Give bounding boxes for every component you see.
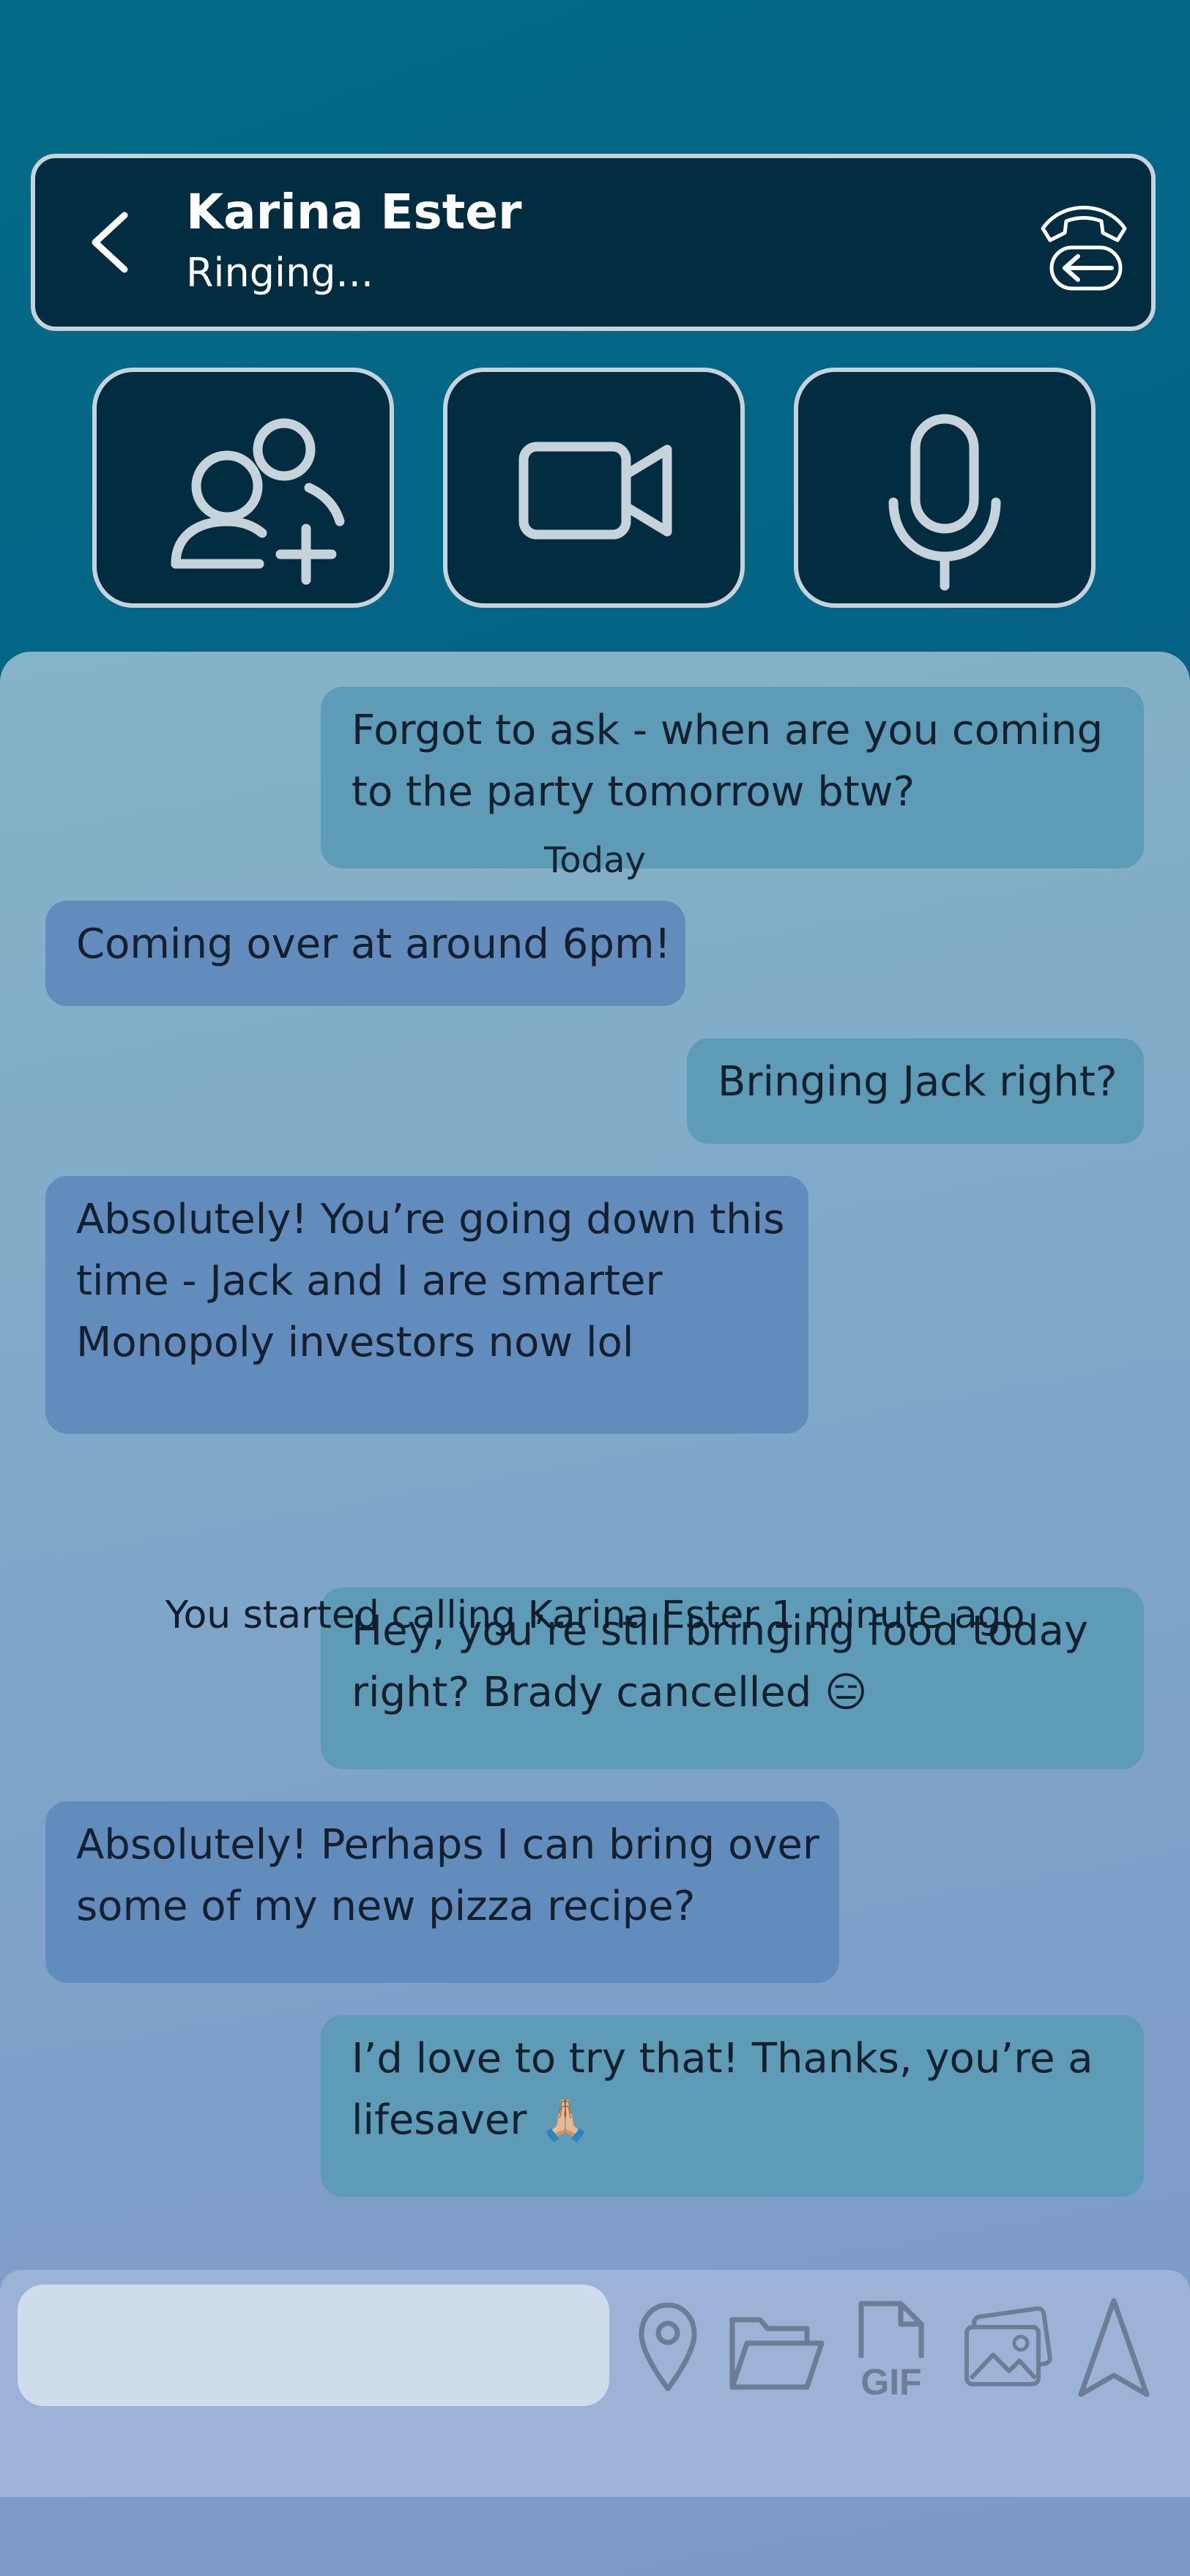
photo-gallery-icon [964,2306,1052,2386]
video-call-button[interactable] [443,368,745,608]
chat-panel: Forgot to ask - when are you coming to t… [0,652,1190,2576]
call-status-note: You started calling Karina Ester 1 minut… [165,1593,1025,1637]
microphone-button[interactable] [794,368,1096,608]
end-call-icon [1041,206,1127,291]
call-status: Ringing... [186,250,374,296]
location-button[interactable] [631,2285,704,2409]
day-separator: Today [544,840,646,881]
contact-name: Karina Ester [186,184,522,240]
message-input[interactable] [18,2285,609,2406]
video-camera-icon [518,442,672,540]
message-bubble-outgoing: Bringing Jack right? [687,1038,1144,1144]
gif-icon: GIF [858,2301,924,2402]
gallery-button[interactable] [959,2285,1055,2409]
gif-button[interactable]: GIF [851,2285,931,2409]
folder-icon [729,2317,825,2390]
call-area: Karina Ester Ringing... [0,0,1190,659]
message-line: Bringing Jack right? [718,1058,1118,1106]
microphone-icon [888,414,1001,591]
chevron-left-icon [92,212,128,273]
message-line: Monopoly investors now lol [76,1319,634,1366]
message-line: Coming over at around 6pm! [76,920,671,968]
message-composer: GIF [0,2270,1190,2497]
message-bubble-incoming: Coming over at around 6pm! [45,901,685,1006]
back-button[interactable] [79,202,152,283]
message-bubble-outgoing: I’d love to try that! Thanks, you’re a l… [321,2015,1144,2197]
message-bubble-incoming: Absolutely! Perhaps I can bring over som… [45,1801,839,1983]
add-participant-button[interactable] [92,368,394,608]
svg-text:GIF: GIF [860,2361,921,2402]
location-pin-icon [639,2302,697,2391]
call-header: Karina Ester Ringing... [31,154,1156,331]
attach-file-button[interactable] [725,2285,828,2409]
end-call-button[interactable] [1033,198,1135,300]
add-person-icon [171,418,345,585]
send-icon [1078,2298,1150,2397]
message-bubble-incoming: Absolutely! You’re going down this time … [45,1176,808,1434]
send-button[interactable] [1074,2285,1154,2409]
